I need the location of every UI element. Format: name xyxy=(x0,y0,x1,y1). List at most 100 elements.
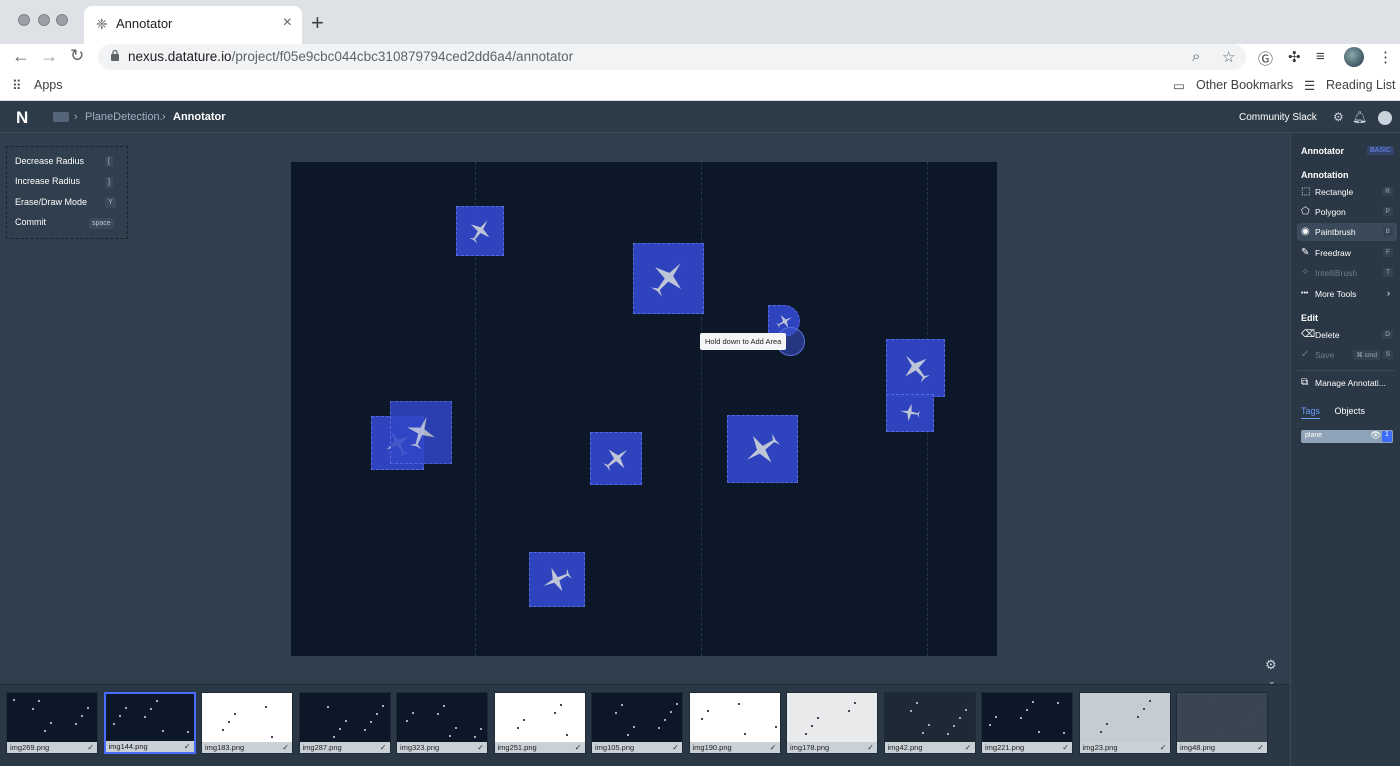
edit-heading: Edit xyxy=(1301,313,1318,323)
manage-annotations-button[interactable]: ⧉ Manage Annotati... xyxy=(1297,374,1397,392)
eraser-icon: ⌫ xyxy=(1301,329,1316,340)
plane-dot xyxy=(995,716,997,718)
plane-dot xyxy=(81,715,83,717)
plane-dot xyxy=(186,731,189,733)
polygon-icon: ⬠ xyxy=(1301,206,1310,217)
close-window-button[interactable] xyxy=(18,14,30,26)
plane-annotation[interactable] xyxy=(727,415,798,483)
canvas-settings-gear-icon[interactable]: ⚙ xyxy=(1265,657,1277,673)
chrome-menu-icon[interactable]: ⋮ xyxy=(1378,48,1393,66)
tool-label: Freedraw xyxy=(1315,248,1351,258)
plane-annotation[interactable] xyxy=(886,394,934,432)
plane-dot xyxy=(228,721,230,723)
annotated-check-icon: ✓ xyxy=(1159,743,1167,752)
plane-annotation[interactable] xyxy=(456,206,504,256)
forward-arrow-icon[interactable]: → xyxy=(40,46,58,67)
close-tab-icon[interactable]: × xyxy=(283,14,292,32)
address-bar[interactable]: nexus.datature.io/project/f05e9cbc044cbc… xyxy=(98,44,1246,70)
plane-dot xyxy=(811,725,813,727)
reload-icon[interactable]: ↻ xyxy=(70,46,84,66)
media-playlist-icon[interactable]: ≡ xyxy=(1316,48,1325,65)
tab-tags[interactable]: Tags xyxy=(1301,406,1321,419)
reading-list-icon: ☰ xyxy=(1304,79,1316,93)
tag-row-plane[interactable]: plane 👁︎ 1 xyxy=(1301,430,1393,443)
tool-intellibrush[interactable]: ✧ IntelliBrush T xyxy=(1297,264,1397,282)
plane-annotation[interactable] xyxy=(390,401,452,464)
tool-more[interactable]: ••• More Tools › xyxy=(1297,285,1397,303)
bookmark-star-icon[interactable]: ☆ xyxy=(1222,48,1235,66)
annotation-canvas[interactable]: Hold down to Add Area xyxy=(291,162,997,656)
back-arrow-icon[interactable]: ← xyxy=(12,46,30,67)
plane-dot xyxy=(44,730,46,732)
plane-annotation[interactable] xyxy=(590,432,642,485)
thumbnail[interactable]: img48.png ✓ xyxy=(1176,692,1268,754)
thumbnail[interactable]: img287.png ✓ xyxy=(298,692,391,754)
thumbnail[interactable]: img269.png ✓ xyxy=(6,692,98,754)
pencil-icon: ✎ xyxy=(1301,247,1310,258)
plane-dot xyxy=(676,703,678,705)
plane-dot xyxy=(1057,702,1059,704)
new-tab-button[interactable]: + xyxy=(311,10,324,36)
thumbnail[interactable]: img178.png ✓ xyxy=(786,692,878,754)
maximize-window-button[interactable] xyxy=(56,14,68,26)
delete-button[interactable]: ⌫ Delete D xyxy=(1297,326,1397,344)
user-avatar[interactable] xyxy=(1378,111,1392,125)
extensions-puzzle-icon[interactable]: ✣ xyxy=(1288,48,1301,66)
plane-dot xyxy=(38,700,40,702)
plane-annotation[interactable] xyxy=(633,243,704,314)
plane-dot xyxy=(1216,730,1218,732)
tab-objects[interactable]: Objects xyxy=(1334,406,1365,416)
plane-dot xyxy=(1259,707,1261,709)
bookmark-other[interactable]: Other Bookmarks xyxy=(1196,78,1293,92)
zoom-search-icon[interactable]: ⌕ xyxy=(1192,48,1200,65)
tool-paintbrush[interactable]: ◉ Paintbrush B xyxy=(1297,223,1397,241)
profile-avatar[interactable] xyxy=(1344,47,1364,67)
breadcrumb-project[interactable]: PlaneDetection. xyxy=(85,111,163,123)
notification-bell-icon[interactable]: 🔔︎ xyxy=(1352,110,1367,124)
minimize-window-button[interactable] xyxy=(38,14,50,26)
eye-icon[interactable]: 👁︎ xyxy=(1370,430,1381,441)
save-button[interactable]: ✓ Save ⌘ cmd S xyxy=(1297,346,1397,364)
thumbnail[interactable]: img221.png ✓ xyxy=(981,692,1073,754)
rectangle-icon: ⬚ xyxy=(1301,186,1311,197)
breadcrumb-separator-icon: › xyxy=(74,111,78,123)
tool-rectangle[interactable]: ⬚ Rectangle R xyxy=(1297,183,1397,201)
plane-dot xyxy=(50,722,52,724)
tag-object-tabs: Tags Objects xyxy=(1301,401,1375,419)
plane-dot xyxy=(1148,700,1151,702)
thumbnail[interactable]: img105.png ✓ xyxy=(591,692,683,754)
thumbnail[interactable]: img190.png ✓ xyxy=(688,692,781,754)
plane-dot xyxy=(565,734,568,736)
plane-dot xyxy=(381,705,384,707)
settings-gear-icon[interactable]: ⚙ xyxy=(1333,110,1344,124)
thumbnail[interactable]: img23.png ✓ xyxy=(1078,692,1171,754)
bookmark-apps[interactable]: Apps xyxy=(34,78,63,92)
nexus-logo[interactable]: N xyxy=(16,108,28,128)
bookmark-reading-list[interactable]: Reading List xyxy=(1326,78,1396,92)
thumbnail[interactable]: img183.png ✓ xyxy=(201,692,293,754)
tool-polygon[interactable]: ⬠ Polygon P xyxy=(1297,203,1397,221)
plane-dot xyxy=(915,702,918,704)
thumbnail[interactable]: img323.png ✓ xyxy=(396,692,488,754)
plane-annotation[interactable] xyxy=(529,552,585,607)
community-slack-link[interactable]: Community Slack xyxy=(1239,112,1317,123)
plane-dot xyxy=(559,704,562,706)
plane-dot xyxy=(952,725,955,727)
mode-badge[interactable]: BASIC xyxy=(1367,146,1395,155)
tool-freedraw[interactable]: ✎ Freedraw F xyxy=(1297,244,1397,262)
grammarly-extension-icon[interactable]: Ⓖ xyxy=(1258,48,1273,69)
thumbnail-filename: img251.png xyxy=(494,742,585,753)
manage-icon: ⧉ xyxy=(1301,377,1309,388)
browser-tab-strip: ❈ Annotator × + xyxy=(0,0,1400,44)
plane-dot xyxy=(32,708,34,710)
tool-label: Delete xyxy=(1315,330,1340,340)
apps-grid-icon[interactable]: ⠿ xyxy=(12,78,22,94)
workspace-icon[interactable] xyxy=(53,112,69,122)
thumbnail[interactable]: img144.png ✓ xyxy=(103,692,196,754)
tool-label: Manage Annotati... xyxy=(1315,378,1386,388)
annotated-check-icon: ✓ xyxy=(183,742,191,751)
thumbnail[interactable]: img251.png ✓ xyxy=(493,692,586,754)
thumbnail[interactable]: img42.png ✓ xyxy=(883,692,976,754)
browser-tab[interactable]: ❈ Annotator × xyxy=(84,6,302,44)
plane-annotation[interactable] xyxy=(886,339,945,397)
